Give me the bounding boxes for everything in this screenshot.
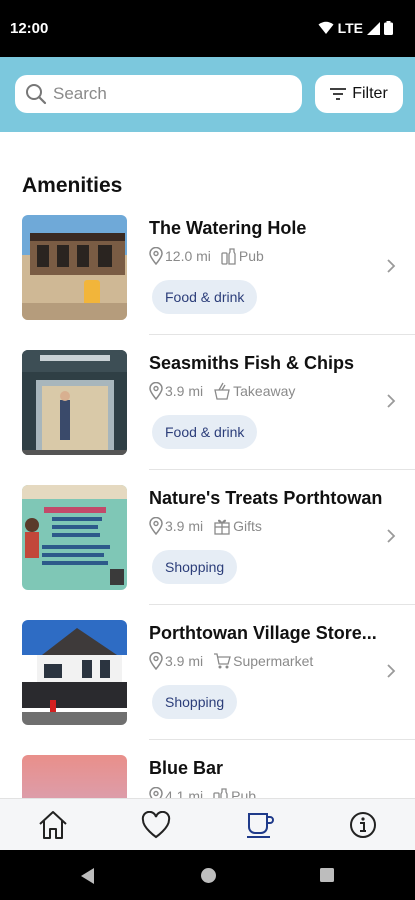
chevron-right-icon <box>387 529 396 543</box>
section-title: Amenities <box>22 174 123 197</box>
thumbnail-image <box>22 485 127 590</box>
app-screen: 12:00 LTE Filter Amenities <box>0 0 415 900</box>
divider <box>149 604 415 605</box>
back-icon[interactable] <box>80 867 96 885</box>
divider <box>149 469 415 470</box>
nav-amenities[interactable] <box>243 809 277 841</box>
amenity-meta: 3.9 mi Gifts <box>149 517 262 535</box>
chevron-right-icon <box>387 394 396 408</box>
divider <box>149 334 415 335</box>
location-pin-icon <box>149 247 163 265</box>
divider <box>149 739 415 740</box>
chevron-right-icon <box>387 664 396 678</box>
nav-home[interactable] <box>36 809 70 841</box>
amenity-meta: 4.1 mi Pub <box>149 787 256 798</box>
category-chip: Food & drink <box>152 415 258 449</box>
amenity-distance: 4.1 mi <box>165 788 204 798</box>
amenity-name: Seasmiths Fish & Chips <box>149 353 355 373</box>
system-navigation-bar <box>0 850 415 900</box>
amenity-name: Blue Bar <box>149 758 224 778</box>
filter-label: Filter <box>352 85 388 102</box>
list-item[interactable]: Nature's Treats Porthtowan 3.9 mi Gifts … <box>0 485 415 620</box>
cart-icon <box>214 653 231 669</box>
search-header: Filter <box>0 57 415 132</box>
home-icon <box>39 811 67 839</box>
amenity-name: The Watering Hole <box>149 218 307 238</box>
category-chip: Shopping <box>152 550 238 584</box>
thumbnail-image <box>22 755 127 798</box>
filter-icon <box>330 88 347 100</box>
filter-button[interactable]: Filter <box>315 75 403 113</box>
bottom-navigation <box>0 798 415 850</box>
takeaway-icon <box>214 382 230 400</box>
list-item[interactable]: Porthtowan Village Store... 3.9 mi Super… <box>0 620 415 755</box>
recents-icon[interactable] <box>319 867 335 883</box>
status-time: 12:00 <box>10 20 49 37</box>
nav-info[interactable] <box>346 809 380 841</box>
amenity-type: Gifts <box>233 518 262 534</box>
category-chip: Shopping <box>152 685 238 719</box>
amenity-type: Supermarket <box>233 653 314 669</box>
list-item[interactable]: Seasmiths Fish & Chips 3.9 mi Takeaway F… <box>0 350 415 485</box>
location-pin-icon <box>149 517 163 535</box>
info-icon <box>350 812 376 838</box>
amenity-distance: 3.9 mi <box>165 383 204 399</box>
category-chip: Food & drink <box>152 280 258 314</box>
amenity-type: Pub <box>238 248 264 264</box>
amenity-distance: 12.0 mi <box>165 248 211 264</box>
thumbnail-image <box>22 350 127 455</box>
status-bar: 12:00 LTE <box>0 0 415 57</box>
amenity-meta: 12.0 mi Pub <box>149 247 264 265</box>
search-bar[interactable] <box>15 75 302 113</box>
pub-icon <box>213 788 228 798</box>
location-pin-icon <box>149 787 163 798</box>
amenity-distance: 3.9 mi <box>165 653 204 669</box>
amenity-meta: 3.9 mi Supermarket <box>149 652 313 670</box>
location-pin-icon <box>149 382 163 400</box>
amenities-list-view[interactable]: Amenities The Watering Hole 12.0 mi Pub … <box>0 132 415 798</box>
battery-icon <box>384 21 393 35</box>
amenity-type: Takeaway <box>233 383 296 399</box>
home-circle-icon[interactable] <box>200 867 217 884</box>
location-pin-icon <box>149 652 163 670</box>
amenity-type: Pub <box>231 788 257 798</box>
thumbnail-image <box>22 620 127 725</box>
network-label: LTE <box>337 20 363 36</box>
heart-icon <box>141 811 171 839</box>
amenity-meta: 3.9 mi Takeaway <box>149 382 295 400</box>
amenity-distance: 3.9 mi <box>165 518 204 534</box>
search-icon <box>26 84 47 105</box>
chevron-right-icon <box>387 259 396 273</box>
wifi-icon <box>318 21 334 34</box>
search-input[interactable] <box>53 84 283 104</box>
list-item[interactable]: Blue Bar 4.1 mi Pub <box>0 755 415 798</box>
pub-icon <box>221 248 236 265</box>
status-icons: LTE <box>318 20 393 36</box>
amenity-name: Porthtowan Village Store... <box>149 623 377 643</box>
gift-icon <box>214 519 230 535</box>
thumbnail-image <box>22 215 127 320</box>
amenity-name: Nature's Treats Porthtowan <box>149 488 383 508</box>
list-item[interactable]: The Watering Hole 12.0 mi Pub Food & dri… <box>0 215 415 350</box>
signal-icon <box>367 21 380 35</box>
nav-favourites[interactable] <box>139 809 173 841</box>
amenities-cup-icon <box>247 813 274 838</box>
